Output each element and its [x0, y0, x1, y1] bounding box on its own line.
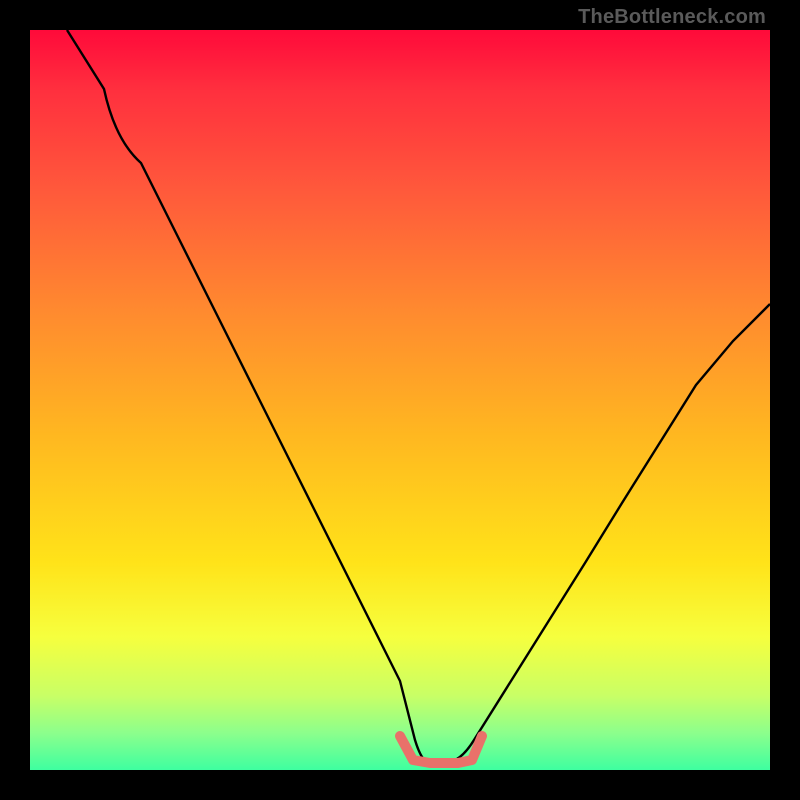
plot-area [30, 30, 770, 770]
chart-frame: TheBottleneck.com [0, 0, 800, 800]
watermark-text: TheBottleneck.com [578, 6, 766, 29]
optimal-range-marker-path [400, 736, 482, 763]
curve-svg [30, 30, 770, 770]
bottleneck-curve-path [67, 30, 770, 763]
